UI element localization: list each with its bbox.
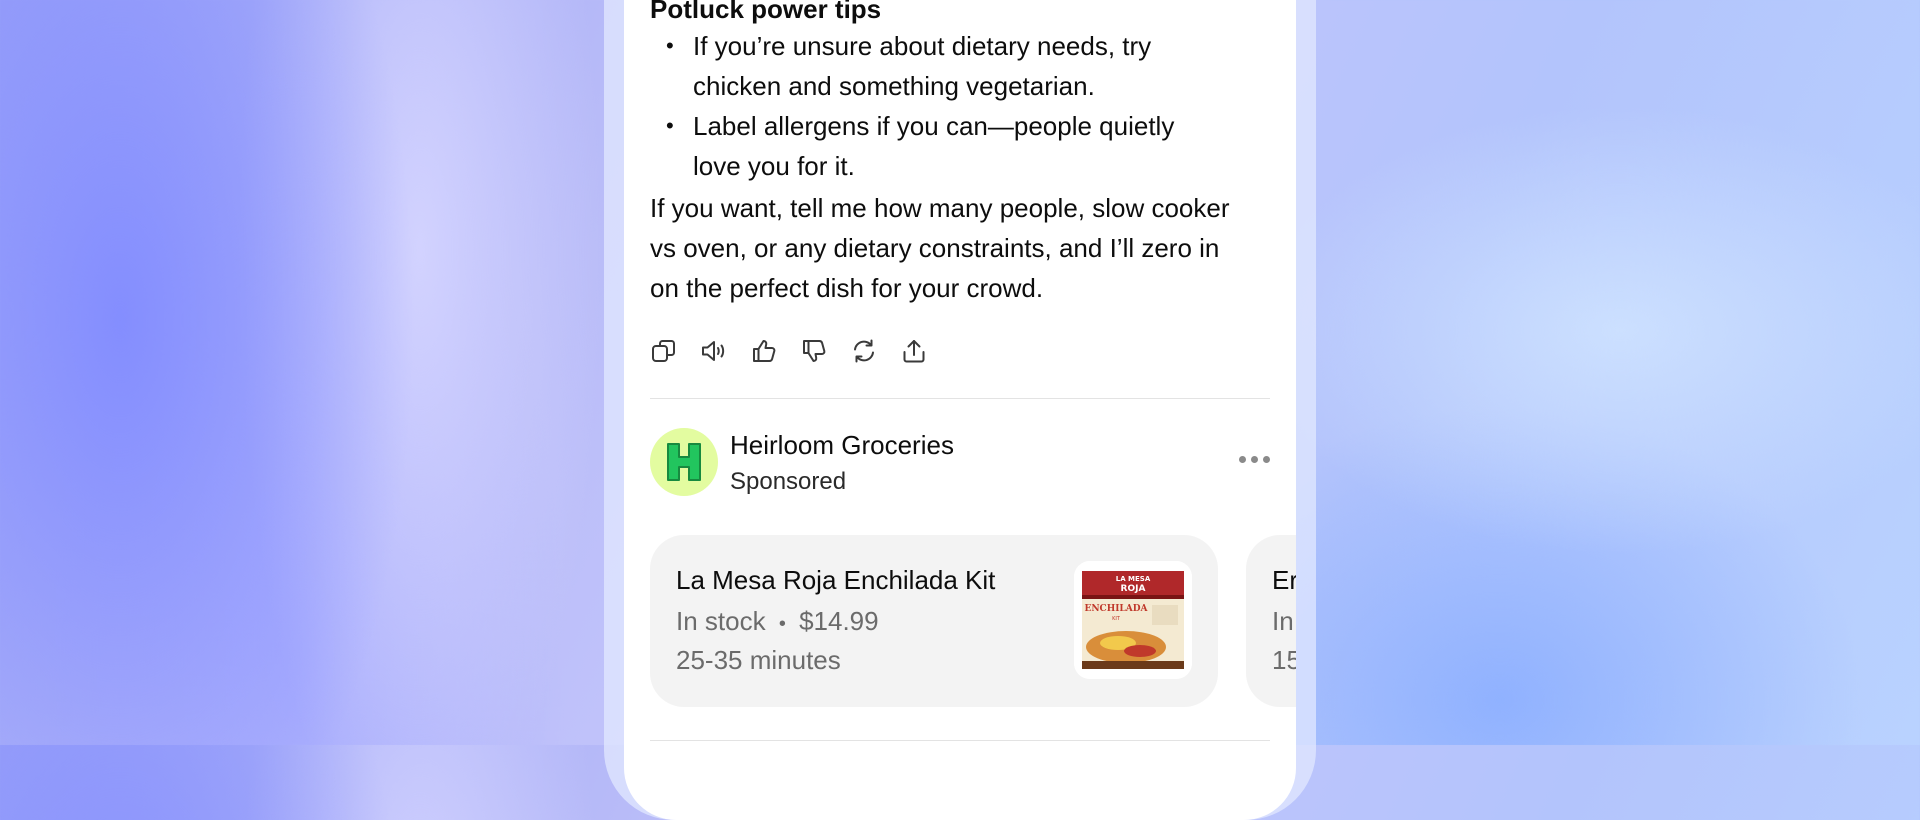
list-item: • If you’re unsure about dietary needs, … — [650, 26, 1210, 106]
product-price: $14.99 — [799, 606, 879, 636]
more-options-button[interactable] — [1239, 448, 1270, 471]
divider — [650, 398, 1270, 399]
thumbs-down-icon — [803, 339, 826, 362]
read-aloud-button[interactable] — [700, 337, 728, 365]
svg-text:LA MESA: LA MESA — [1116, 575, 1151, 583]
sponsored-header: Heirloom Groceries Sponsored — [650, 428, 1270, 498]
read-aloud-icon — [702, 341, 725, 361]
tips-list: • If you’re unsure about dietary needs, … — [650, 26, 1210, 186]
share-icon — [903, 340, 925, 363]
section-heading: Potluck power tips — [650, 0, 882, 24]
svg-text:KIT: KIT — [1112, 616, 1121, 622]
svg-text:ENCHILADA: ENCHILADA — [1084, 604, 1148, 614]
stock-status: In — [1272, 606, 1294, 636]
product-meta: In stock • $14.99 — [676, 606, 879, 637]
meta-separator: • — [778, 613, 786, 635]
product-card[interactable]: Er In 15 — [1246, 535, 1296, 707]
copy-button[interactable] — [650, 337, 678, 365]
bullet: • — [666, 113, 674, 138]
delivery-eta: 15 — [1272, 645, 1296, 675]
regenerate-button[interactable] — [850, 337, 878, 365]
copy-icon — [652, 340, 675, 362]
delivery-eta: 25-35 minutes — [676, 645, 841, 675]
bullet: • — [666, 33, 674, 58]
chat-screen: Potluck power tips • If you’re unsure ab… — [624, 0, 1296, 820]
dislike-button[interactable] — [800, 337, 828, 365]
regenerate-icon — [854, 339, 874, 363]
stock-status: In stock — [676, 606, 766, 636]
sponsored-label: Sponsored — [730, 468, 847, 495]
tip-text: If you’re unsure about dietary needs, tr… — [693, 31, 1152, 101]
advertiser-name[interactable]: Heirloom Groceries — [730, 430, 954, 461]
closing-paragraph: If you want, tell me how many people, sl… — [650, 193, 1230, 303]
product-card[interactable]: La Mesa Roja Enchilada Kit In stock • $1… — [650, 535, 1218, 707]
heirloom-logo-icon — [667, 443, 701, 481]
like-button[interactable] — [750, 337, 778, 365]
svg-text:ROJA: ROJA — [1121, 584, 1146, 594]
more-dots-icon — [1239, 456, 1246, 463]
product-title: Er — [1272, 565, 1296, 595]
message-actions — [650, 337, 928, 365]
advertiser-logo[interactable] — [650, 428, 718, 496]
share-button[interactable] — [900, 337, 928, 365]
product-title: La Mesa Roja Enchilada Kit — [676, 565, 996, 595]
list-item: • Label allergens if you can—people quie… — [650, 106, 1210, 186]
enchilada-kit-box-image: LA MESA ROJA ENCHILADA KIT — [1074, 561, 1192, 679]
thumbs-up-icon — [753, 340, 776, 363]
divider — [650, 740, 1270, 741]
product-image: LA MESA ROJA ENCHILADA KIT — [1074, 561, 1192, 679]
tip-text: Label allergens if you can—people quietl… — [693, 111, 1175, 181]
